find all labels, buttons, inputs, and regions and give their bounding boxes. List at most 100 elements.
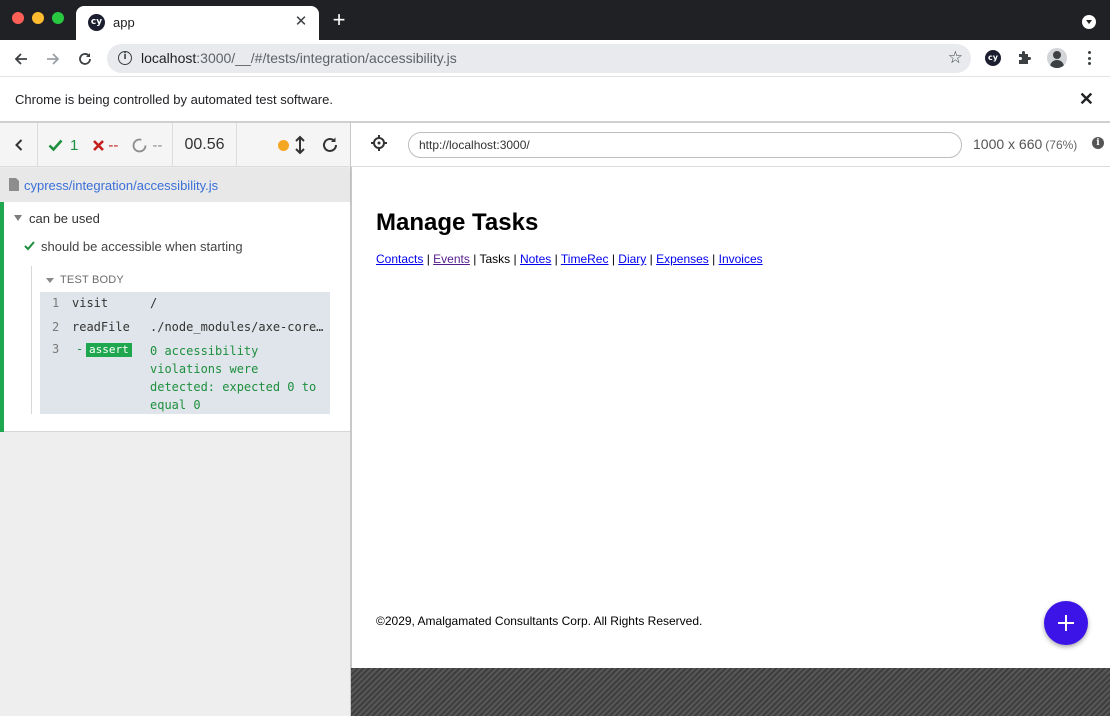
page-footer: ©2029, Amalgamated Consultants Corp. All…	[376, 614, 703, 628]
command-row[interactable]: 2 readFile ./node_modules/axe-core/axe.m…	[40, 320, 330, 338]
tree-guide-line	[31, 266, 32, 414]
nav-separator: |	[473, 252, 477, 266]
nav-separator: |	[426, 252, 430, 266]
fail-x-icon	[93, 139, 105, 151]
minimize-window-button[interactable]	[32, 12, 44, 24]
collapse-caret-icon	[14, 215, 22, 221]
extensions-puzzle-icon[interactable]	[1016, 49, 1033, 69]
collapse-caret-icon	[46, 277, 54, 283]
forward-button[interactable]	[41, 47, 65, 71]
spec-file-path[interactable]: cypress/integration/accessibility.js	[24, 178, 218, 193]
aut-background-stripes	[351, 668, 1110, 716]
nav-link-events[interactable]: Events	[433, 252, 470, 266]
app-preview-frame: Manage Tasks Contacts | Events | Tasks |…	[351, 167, 1110, 668]
selector-playground-crosshair-icon[interactable]	[371, 135, 387, 154]
back-button[interactable]	[9, 47, 33, 71]
suite-row[interactable]: can be used	[14, 208, 100, 228]
profile-avatar-icon[interactable]	[1047, 48, 1067, 68]
test-passed-check-icon	[24, 241, 35, 251]
back-to-specs-button[interactable]	[0, 123, 38, 167]
command-number: 1	[52, 296, 60, 310]
close-window-button[interactable]	[12, 12, 24, 24]
command-name: visit	[72, 296, 109, 310]
aut-url-text: http://localhost:3000/	[419, 138, 530, 152]
bookmark-star-icon[interactable]: ☆	[948, 49, 963, 67]
app-nav: Contacts | Events | Tasks | Notes | Time…	[376, 252, 763, 266]
infobar-close-icon[interactable]: ✕	[1079, 90, 1094, 108]
restart-tests-icon[interactable]	[321, 136, 339, 157]
infobar-message: Chrome is being controlled by automated …	[15, 92, 333, 107]
arrow-left-icon	[14, 53, 27, 65]
viewport-info-icon[interactable]: i	[1092, 137, 1104, 149]
nav-separator: |	[554, 252, 558, 266]
command-name: readFile	[72, 320, 130, 334]
command-message: ./node_modules/axe-core/axe.min.js	[150, 320, 325, 334]
command-number: 3	[52, 342, 60, 356]
nav-link-notes[interactable]: Notes	[520, 252, 551, 266]
suite-title: can be used	[29, 210, 100, 226]
cypress-reporter: 1 -- -- 00.56 cypress/integration/access…	[0, 122, 351, 716]
cypress-favicon-icon: cy	[88, 14, 105, 31]
add-task-fab-button[interactable]	[1044, 601, 1088, 645]
viewport-size[interactable]: 1000 x 660 (76%)	[973, 136, 1077, 152]
running-indicator-dot	[278, 140, 289, 151]
url-path: :3000/__/#/tests/integration/accessibili…	[196, 50, 457, 66]
nav-link-contacts[interactable]: Contacts	[376, 252, 423, 266]
browser-toolbar: i localhost:3000/__/#/tests/integration/…	[0, 40, 1110, 77]
assert-badge: assert	[86, 343, 132, 357]
test-body-toggle[interactable]: TEST BODY	[46, 272, 124, 288]
reload-button[interactable]	[73, 47, 97, 71]
nav-separator: |	[712, 252, 716, 266]
command-number: 2	[52, 320, 60, 334]
cypress-extension-icon[interactable]: cy	[985, 50, 1001, 66]
duration-value: 00.56	[184, 136, 225, 153]
test-title: should be accessible when starting	[41, 238, 243, 254]
reload-icon	[79, 53, 91, 65]
nav-link-timerec[interactable]: TimeRec	[561, 252, 609, 266]
nav-link-invoices[interactable]: Invoices	[719, 252, 763, 266]
chevron-left-icon	[14, 139, 22, 151]
browser-menu-icon[interactable]	[1083, 50, 1097, 66]
pending-circle-icon	[132, 138, 147, 152]
command-row-assert[interactable]: 3 - assert 0 accessibility violations we…	[40, 342, 330, 414]
arrow-right-icon	[47, 53, 60, 65]
url-host: localhost	[141, 50, 197, 66]
test-body-label: TEST BODY	[60, 274, 124, 286]
address-url[interactable]: localhost:3000/__/#/tests/integration/ac…	[141, 50, 457, 66]
browser-tab[interactable]: cy app ✕	[76, 6, 319, 40]
address-bar[interactable]: i localhost:3000/__/#/tests/integration/…	[107, 44, 971, 73]
command-message: /	[150, 296, 158, 310]
test-results-panel: can be used should be accessible when st…	[0, 202, 350, 432]
passed-count: 1	[70, 136, 79, 154]
zoom-window-button[interactable]	[52, 12, 64, 24]
browser-tab-strip: cy app ✕ +	[0, 0, 1110, 40]
tab-title: app	[113, 15, 135, 30]
aut-url-field[interactable]: http://localhost:3000/	[408, 132, 962, 158]
new-tab-button[interactable]: +	[329, 9, 349, 31]
nav-separator: |	[649, 252, 653, 266]
nav-link-diary[interactable]: Diary	[618, 252, 646, 266]
toggle-auto-scroll-icon[interactable]	[294, 135, 306, 158]
file-icon	[9, 178, 19, 194]
failed-count: --	[108, 136, 119, 154]
viewport-dimensions: 1000 x 660	[973, 136, 1043, 152]
test-row[interactable]: should be accessible when starting	[24, 236, 243, 256]
command-log: 1 visit / 2 readFile ./node_modules/axe-…	[40, 292, 330, 414]
assert-message: 0 accessibility violations were detected…	[150, 344, 317, 412]
tab-close-icon[interactable]: ✕	[292, 13, 310, 31]
automation-infobar: Chrome is being controlled by automated …	[0, 78, 1110, 122]
aut-header: http://localhost:3000/ 1000 x 660 (76%) i	[351, 122, 1110, 167]
nav-separator: |	[513, 252, 517, 266]
viewport-scale: (76%)	[1045, 138, 1078, 152]
duration-display: 00.56	[173, 123, 237, 167]
page-title: Manage Tasks	[376, 209, 539, 236]
nav-current-tasks: Tasks	[479, 252, 511, 266]
tab-search-icon[interactable]	[1082, 15, 1096, 29]
command-row[interactable]: 1 visit /	[40, 296, 330, 314]
assert-dash: -	[76, 342, 84, 356]
pending-count: --	[152, 136, 163, 154]
pass-status-bar	[0, 202, 4, 432]
nav-link-expenses[interactable]: Expenses	[656, 252, 709, 266]
pass-check-icon	[48, 139, 63, 152]
site-info-icon[interactable]: i	[118, 51, 132, 65]
